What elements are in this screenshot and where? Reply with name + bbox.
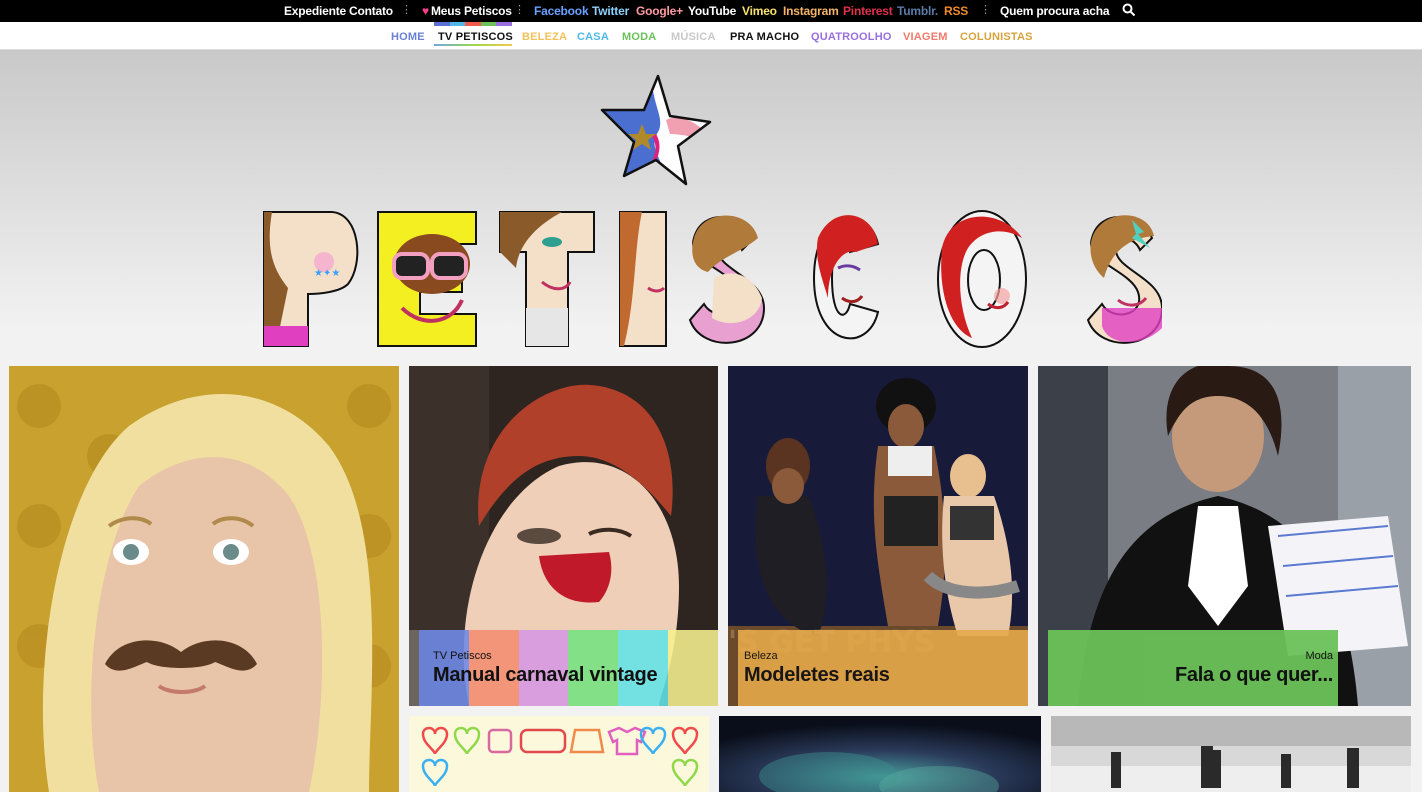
post-card-fala-o-que-quer[interactable]: Moda Fala o que quer... (1038, 366, 1411, 706)
active-tab-underline (434, 44, 512, 46)
nav-home[interactable]: HOME (391, 31, 425, 43)
nav-tv-petiscos[interactable]: TV PETISCOS (438, 31, 513, 43)
nav-beleza[interactable]: BELEZA (522, 31, 567, 43)
post-image (719, 716, 1041, 792)
post-category[interactable]: TV Petiscos (433, 650, 492, 662)
expediente-link[interactable]: Expediente (284, 4, 346, 18)
post-card-vintage-photo[interactable] (1051, 716, 1411, 792)
tumblr-link[interactable]: Tumblr. (897, 4, 938, 18)
logo-letter-p: ★✦★ (263, 211, 359, 347)
meus-petiscos-link[interactable]: Meus Petiscos (431, 4, 512, 18)
logo-letter-i (619, 211, 667, 347)
featured-card-large[interactable] (9, 366, 399, 792)
search-icon[interactable] (1122, 3, 1136, 17)
nav-pra-macho[interactable]: PRA MACHO (730, 31, 799, 43)
nav-colunistas[interactable]: COLUNISTAS (960, 31, 1033, 43)
star-logo-icon[interactable] (600, 72, 712, 186)
post-card-manual-carnaval[interactable]: TV Petiscos Manual carnaval vintage (409, 366, 718, 706)
google-plus-link[interactable]: Google+ (636, 4, 683, 18)
logo-letter-t (499, 211, 595, 347)
post-title[interactable]: Manual carnaval vintage (433, 664, 658, 687)
vimeo-link[interactable]: Vimeo (742, 4, 777, 18)
post-image (421, 726, 699, 787)
youtube-link[interactable]: YouTube (688, 4, 736, 18)
active-tab-stripe (434, 22, 512, 26)
instagram-link[interactable]: Instagram (783, 4, 839, 18)
contato-link[interactable]: Contato (349, 4, 393, 18)
top-bar: Expediente Contato ⋮ ♥ Meus Petiscos ⋮ F… (0, 0, 1422, 22)
post-card-icons[interactable] (409, 716, 709, 792)
rss-link[interactable]: RSS (944, 4, 968, 18)
nav-moda[interactable]: MODA (622, 31, 656, 43)
featured-image (9, 366, 399, 792)
post-title[interactable]: Modeletes reais (744, 664, 890, 687)
nav-musica[interactable]: MÚSICA (671, 31, 716, 43)
nav-quatroolho[interactable]: QUATROOLHO (811, 31, 892, 43)
logo-letter-s2 (1086, 215, 1162, 344)
pinterest-link[interactable]: Pinterest (843, 4, 893, 18)
logo-letter-e (377, 211, 477, 347)
post-label-bar: Beleza Modeletes reais (738, 630, 1028, 706)
svg-text:★✦★: ★✦★ (314, 268, 340, 279)
post-category[interactable]: Moda (1305, 650, 1333, 662)
petiscos-logo[interactable]: ★✦★ (262, 208, 1162, 350)
category-nav: HOME TV PETISCOS BELEZA CASA MODA MÚSICA… (0, 22, 1422, 50)
quem-procura-acha-link[interactable]: Quem procura acha (1000, 4, 1110, 18)
post-image (1051, 716, 1411, 792)
twitter-link[interactable]: Twitter (592, 4, 629, 18)
separator: ⋮ (401, 4, 412, 16)
heart-icon: ♥ (422, 4, 429, 18)
facebook-link[interactable]: Facebook (534, 4, 589, 18)
post-category[interactable]: Beleza (744, 650, 778, 662)
logo-letter-c (812, 215, 880, 340)
post-label-bar: TV Petiscos Manual carnaval vintage (419, 630, 718, 706)
post-card-modeletes-reais[interactable]: 'S GET PHYS Beleza Modeletes reais (728, 366, 1028, 706)
nav-viagem[interactable]: VIAGEM (903, 31, 948, 43)
logo-letter-s (688, 215, 766, 344)
post-label-bar: Moda Fala o que quer... (1048, 630, 1338, 706)
separator: ⋮ (514, 4, 525, 16)
post-title[interactable]: Fala o que quer... (1175, 664, 1333, 687)
post-card-smoke[interactable] (719, 716, 1041, 792)
logo-letter-o (937, 210, 1027, 348)
separator: ⋮ (980, 4, 991, 16)
nav-casa[interactable]: CASA (577, 31, 609, 43)
